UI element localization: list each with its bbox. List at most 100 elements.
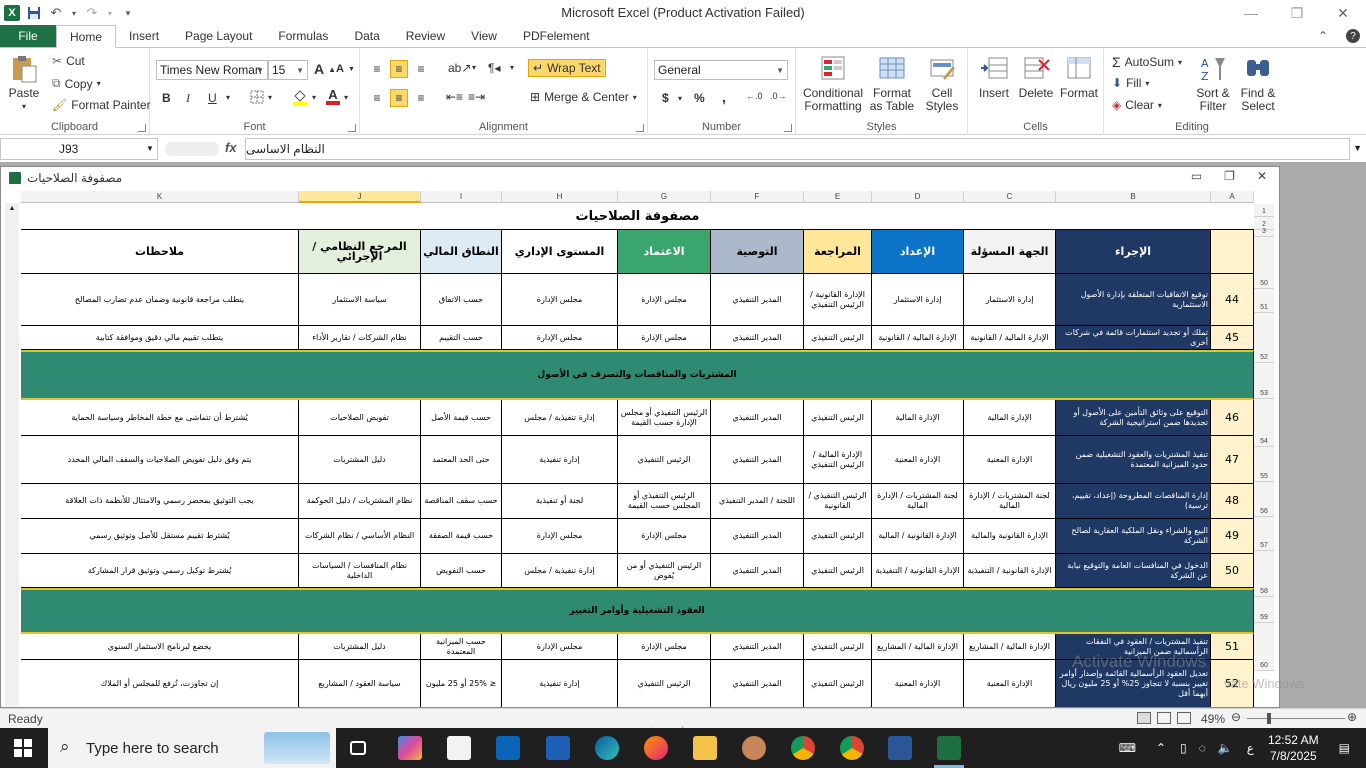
increase-decimal-icon[interactable]: ←.0 [746,91,763,101]
tab-pdfelement[interactable]: PDFelement [510,25,603,47]
clock[interactable]: 12:52 AM 7/8/2025 [1268,732,1319,764]
ribbon-collapse-icon[interactable]: ⌃ [1318,29,1328,43]
header-cell[interactable]: الجهة المسؤلة [964,230,1056,274]
table-cell[interactable]: مجلس الإدارة [502,519,618,554]
column-header-c[interactable]: C [964,191,1056,203]
table-cell[interactable]: الرئيس التنفيذي [804,554,872,588]
table-cell[interactable]: إدارة تنفيذية [502,660,618,707]
table-cell[interactable]: يتطلب تقييم مالي دقيق وموافقة كتابية [21,326,299,350]
insert-function-icon[interactable]: fx [225,140,237,155]
tab-formulas[interactable]: Formulas [265,25,341,47]
save-icon[interactable] [26,5,42,21]
table-cell[interactable]: تفويض الصلاحيات [299,400,421,436]
table-cell[interactable]: المدير التنفيذي [711,660,804,707]
underline-dropdown-icon[interactable]: ▾ [226,93,230,102]
clear-button[interactable]: ◈ Clear ▾ [1112,98,1162,112]
workbook-close-icon[interactable]: ✕ [1257,169,1267,183]
table-cell[interactable]: الرئيس التنفيذي أو المجلس حسب القيمة [618,484,711,519]
input-language[interactable]: ع [1247,741,1254,755]
table-cell[interactable]: المدير التنفيذي [711,554,804,588]
table-cell[interactable]: يُشترط أن تتماشى مع خطة المخاطر وسياسة ا… [21,400,299,436]
borders-dropdown-icon[interactable]: ▾ [268,93,272,102]
table-cell[interactable]: الرئيس التنفيذي [618,660,711,707]
battery-icon[interactable]: ▯ [1180,741,1187,755]
currency-button[interactable]: $ [662,91,669,105]
table-cell[interactable]: حسب سقف المناقصة [421,484,502,519]
row-number[interactable]: 54 [1254,399,1274,447]
table-cell[interactable]: الرئيس التنفيذي أو مجلس الإدارة حسب القي… [618,400,711,436]
section-row[interactable]: المشتريات والمناقصات والتصرف في الأصول [21,350,1254,400]
table-cell[interactable]: إدارة الاستثمار [964,274,1056,326]
autosum-dropdown-icon[interactable]: ▾ [1178,58,1182,67]
row-index-cell[interactable]: 47 [1211,436,1254,484]
table-cell[interactable]: تعديل العقود الرأسمالية القائمة وإصدار أ… [1056,660,1211,707]
table-cell[interactable]: دليل المشتريات [299,436,421,484]
row-number[interactable]: 3 [1254,228,1274,237]
table-cell[interactable]: حسب الاتفاق [421,274,502,326]
copilot-icon[interactable] [398,736,422,760]
table-cell[interactable]: مجلس الإدارة [618,634,711,660]
table-cell[interactable]: الرئيس التنفيذي أو من يُفوض [618,554,711,588]
table-cell[interactable]: سياسة الاستثمار [299,274,421,326]
page-break-view-icon[interactable] [1177,712,1191,724]
row-number[interactable]: 50 [1254,237,1274,289]
table-cell[interactable]: حسب التفويض [421,554,502,588]
table-cell[interactable]: مجلس الإدارة [618,519,711,554]
fill-dropdown-icon[interactable]: ▾ [1145,79,1149,88]
table-cell[interactable]: التوقيع على وثائق التأمين على الأصول أو … [1056,400,1211,436]
row-index-cell[interactable]: 45 [1211,326,1254,350]
decrease-decimal-icon[interactable]: .0→ [770,91,787,101]
table-cell[interactable]: يجب التوثيق بمحضر رسمي والامتثال للأنظمة… [21,484,299,519]
table-cell[interactable]: يُشترط تقييم مستقل للأصل وتوثيق رسمي [21,519,299,554]
decrease-font-size-button[interactable]: A ▼ [336,63,355,75]
copy-dropdown-icon[interactable]: ▾ [97,79,101,88]
align-middle-icon[interactable]: ≡ [390,60,408,78]
table-cell[interactable]: اللجنة / المدير التنفيذي [711,484,804,519]
paste-dropdown-icon[interactable]: ▾ [22,100,26,113]
restore-icon[interactable]: ❐ [1274,0,1320,26]
name-box-dropdown-icon[interactable]: ▼ [146,144,154,153]
increase-font-size-button[interactable]: A ▲ [314,61,336,77]
right-to-left-icon[interactable]: ¶◂ [488,61,500,75]
tab-page-layout[interactable]: Page Layout [172,25,265,47]
alignment-launcher-icon[interactable] [636,124,644,132]
file-explorer-icon[interactable] [693,736,717,760]
header-cell[interactable]: المستوى الإداري [502,230,618,274]
table-cell[interactable]: المدير التنفيذي [711,519,804,554]
table-cell[interactable]: الإدارة المالية / المشاريع [872,634,964,660]
table-cell[interactable]: يُشترط توكيل رسمي وتوثيق قرار المشاركة [21,554,299,588]
task-view-icon[interactable] [350,741,366,755]
table-cell[interactable]: البيع والشراء ونقل الملكية العقارية لصال… [1056,519,1211,554]
autosum-button[interactable]: Σ AutoSum ▾ [1112,54,1182,70]
font-name-select[interactable]: Times New Roman ▼ [156,60,268,80]
section-row[interactable]: العقود التشغيلية وأوامر التغيير [21,588,1254,634]
vertical-scrollbar[interactable]: ▲ [5,203,19,706]
paste-button[interactable]: Paste ▾ [6,54,42,113]
bold-button[interactable]: B [162,91,171,105]
table-cell[interactable]: الرئيس التنفيذي [804,400,872,436]
row-number[interactable]: 60 [1254,623,1274,671]
table-cell[interactable]: الرئيس التنفيذي [804,634,872,660]
microsoft-store-icon[interactable] [447,736,471,760]
zoom-level[interactable]: 49% [1201,712,1225,726]
fill-color-icon[interactable] [292,88,308,106]
table-cell[interactable]: الإدارة المعنية [964,660,1056,707]
column-header-b[interactable]: B [1056,191,1211,203]
row-number[interactable]: 57 [1254,517,1274,551]
volume-icon[interactable]: 🔈 [1218,741,1233,755]
format-cells-button[interactable]: Format [1058,54,1100,100]
table-cell[interactable]: الإدارة القانونية / المالية [872,519,964,554]
tab-view[interactable]: View [458,25,510,47]
row-number[interactable]: 56 [1254,482,1274,517]
align-right-icon[interactable]: ≡ [412,89,430,107]
percent-button[interactable]: % [694,91,705,105]
number-launcher-icon[interactable] [784,124,792,132]
underline-button[interactable]: U [208,91,217,105]
increase-indent-icon[interactable]: ≡⇥ [468,90,485,104]
table-cell[interactable]: حسب قيمة الأصل [421,400,502,436]
fill-button[interactable]: ⬇ Fill ▾ [1112,76,1149,90]
notification-icon[interactable]: ▤ [1339,741,1350,755]
table-cell[interactable]: يخضع لبرنامج الاستثمار السنوي [21,634,299,660]
workbook-minimize-icon[interactable]: ▭ [1191,169,1202,183]
row-index-cell[interactable]: 51 [1211,634,1254,660]
